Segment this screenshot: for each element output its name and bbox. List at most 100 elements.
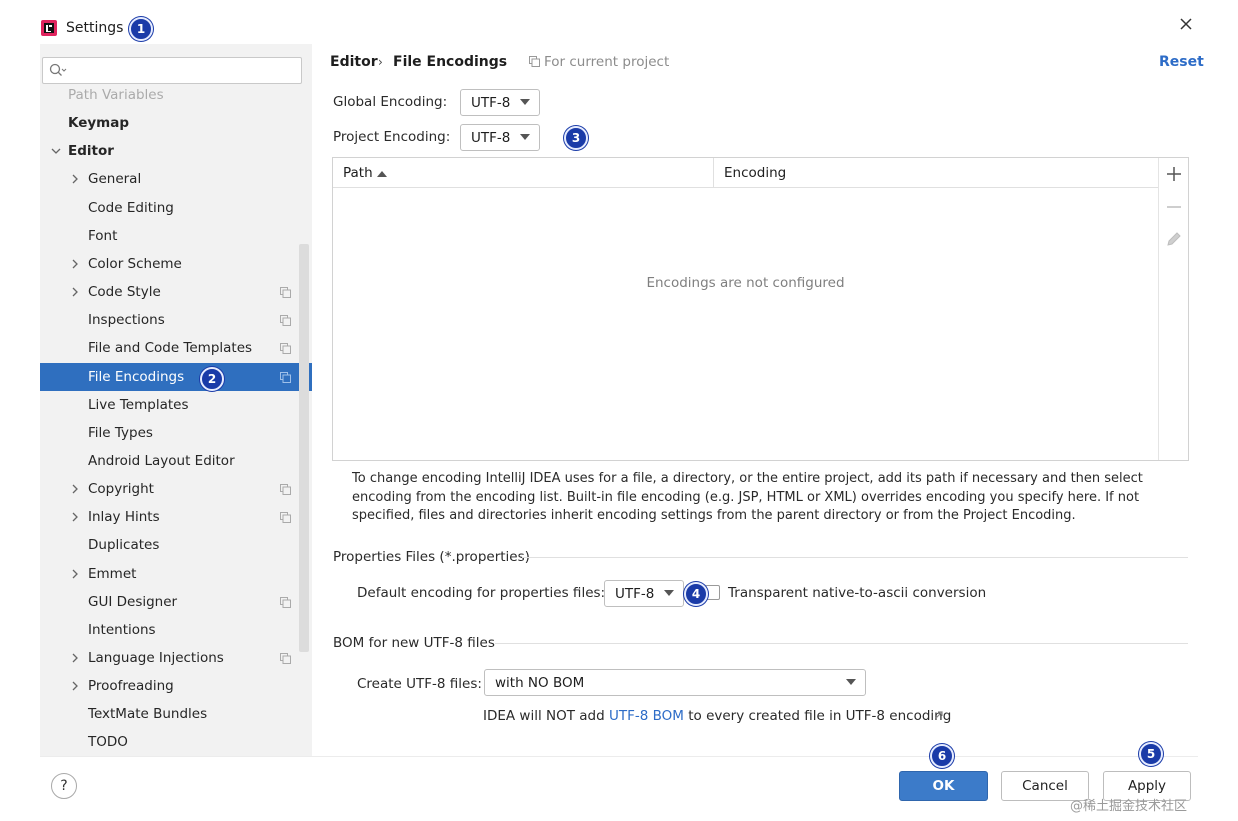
- sidebar-item-font[interactable]: Font: [40, 222, 312, 250]
- global-encoding-dropdown[interactable]: UTF-8: [460, 89, 540, 116]
- project-scope-icon: [280, 512, 291, 524]
- project-encoding-dropdown[interactable]: UTF-8: [460, 124, 540, 151]
- ok-button[interactable]: OK: [899, 771, 988, 801]
- reset-link[interactable]: Reset: [1159, 54, 1204, 70]
- global-encoding-value: UTF-8: [471, 94, 511, 111]
- chevron-right-icon[interactable]: [70, 484, 80, 494]
- settings-search-input[interactable]: [70, 58, 298, 82]
- table-header-divider: [333, 187, 1158, 188]
- sidebar-item-file-and-code-templates[interactable]: File and Code Templates: [40, 334, 312, 362]
- sidebar-item-label: Code Editing: [88, 199, 174, 216]
- sidebar-item-live-templates[interactable]: Live Templates: [40, 391, 312, 419]
- breadcrumb-parent[interactable]: Editor: [330, 54, 378, 70]
- sidebar-item-emmet[interactable]: Emmet: [40, 560, 312, 588]
- sidebar-item-label: Color Scheme: [88, 255, 182, 272]
- chevron-right-icon[interactable]: [70, 174, 80, 184]
- chevron-right-icon[interactable]: [70, 259, 80, 269]
- bom-note: IDEA will NOT add UTF-8 BOM to every cre…: [483, 708, 951, 724]
- sidebar-item-textmate-bundles[interactable]: TextMate Bundles: [40, 700, 312, 728]
- page-title: File Encodings: [393, 54, 508, 70]
- sidebar-item-proofreading[interactable]: Proofreading: [40, 672, 312, 700]
- sidebar-item-language-injections[interactable]: Language Injections: [40, 644, 312, 672]
- utf8-bom-link[interactable]: UTF-8 BOM: [609, 708, 684, 724]
- global-encoding-label: Global Encoding:: [333, 94, 448, 110]
- create-utf8-bom-dropdown[interactable]: with NO BOM: [484, 669, 866, 696]
- encodings-help-text: To change encoding IntelliJ IDEA uses fo…: [352, 471, 1143, 523]
- sidebar-item-inlay-hints[interactable]: Inlay Hints: [40, 503, 312, 531]
- sidebar-item-label: Intentions: [88, 621, 156, 638]
- sidebar-item-intentions[interactable]: Intentions: [40, 616, 312, 644]
- marker-3: 3: [564, 126, 588, 150]
- native-to-ascii-label[interactable]: Transparent native-to-ascii conversion: [728, 585, 986, 601]
- sidebar-item-label: TextMate Bundles: [88, 706, 208, 723]
- sidebar-item-label: Code Style: [88, 284, 161, 301]
- sidebar-item-label: Editor: [68, 143, 114, 160]
- encodings-table: [332, 157, 1189, 461]
- edit-pencil-icon[interactable]: [1165, 230, 1183, 248]
- chevron-right-icon[interactable]: [70, 653, 80, 663]
- sidebar-item-path-variables[interactable]: Path Variables: [40, 88, 312, 109]
- external-link-icon[interactable]: [934, 710, 944, 720]
- chevron-right-icon[interactable]: [70, 681, 80, 691]
- section-divider: [495, 643, 1188, 644]
- chevron-down-icon[interactable]: [51, 146, 61, 156]
- sidebar-item-inspections[interactable]: Inspections: [40, 306, 312, 334]
- sidebar-item-code-style[interactable]: Code Style: [40, 278, 312, 306]
- sidebar-item-copyright[interactable]: Copyright: [40, 475, 312, 503]
- sidebar-item-gui-designer[interactable]: GUI Designer: [40, 588, 312, 616]
- project-scope-icon: [280, 287, 291, 299]
- chevron-right-icon[interactable]: [70, 512, 80, 522]
- project-scope-icon: [280, 484, 291, 496]
- sidebar-item-label: Inlay Hints: [88, 509, 160, 526]
- sidebar-item-color-scheme[interactable]: Color Scheme: [40, 250, 312, 278]
- marker-2: 2: [200, 367, 224, 391]
- column-header-path[interactable]: Path: [343, 165, 373, 181]
- sidebar-item-editor[interactable]: Editor: [40, 137, 312, 165]
- sidebar-item-label: File Encodings: [88, 368, 185, 385]
- dropdown-arrow-icon: [664, 590, 674, 596]
- chevron-right-icon[interactable]: [70, 287, 80, 297]
- project-scope-icon: [280, 653, 291, 664]
- bom-section-title: BOM for new UTF-8 files: [333, 635, 495, 651]
- sidebar-item-label: Duplicates: [88, 537, 160, 554]
- add-icon[interactable]: [1165, 165, 1183, 183]
- properties-encoding-dropdown[interactable]: UTF-8: [604, 580, 684, 607]
- project-scope-icon: [280, 343, 291, 355]
- sidebar-item-label: Inspections: [88, 312, 165, 329]
- sidebar-item-label: General: [88, 171, 142, 188]
- sidebar-item-general[interactable]: General: [40, 165, 312, 193]
- sidebar-scrollbar[interactable]: [299, 244, 309, 652]
- settings-tree: Path Variables Keymap Editor General Code Ed…: [40, 88, 312, 756]
- table-empty-message: Encodings are not configured: [646, 275, 845, 291]
- sidebar-item-code-editing[interactable]: Code Editing: [40, 194, 312, 222]
- section-divider: [522, 557, 1188, 558]
- sidebar-item-file-types[interactable]: File Types: [40, 419, 312, 447]
- properties-encoding-value: UTF-8: [615, 585, 655, 602]
- close-icon[interactable]: [1176, 14, 1196, 34]
- dropdown-arrow-icon: [846, 679, 856, 685]
- breadcrumb-separator: ›: [378, 55, 383, 69]
- sidebar-item-android-layout-editor[interactable]: Android Layout Editor: [40, 447, 312, 475]
- help-button[interactable]: ?: [51, 773, 77, 799]
- table-column-divider[interactable]: [713, 158, 714, 187]
- sidebar-item-label: Font: [88, 227, 118, 244]
- chevron-right-icon[interactable]: [70, 569, 80, 579]
- sidebar-item-file-encodings[interactable]: File Encodings: [40, 362, 312, 391]
- project-scope-icon: [280, 315, 291, 327]
- search-icon: [49, 63, 67, 76]
- column-header-encoding[interactable]: Encoding: [724, 165, 786, 181]
- sidebar-item-label: Path Variables: [68, 88, 164, 103]
- sidebar-item-duplicates[interactable]: Duplicates: [40, 531, 312, 559]
- remove-icon[interactable]: [1165, 198, 1183, 216]
- create-utf8-label: Create UTF-8 files:: [357, 676, 482, 692]
- sidebar-item-label: Live Templates: [88, 396, 189, 413]
- sidebar-item-label: Copyright: [88, 481, 154, 498]
- sidebar-item-label: Android Layout Editor: [88, 452, 235, 469]
- window-title: Settings: [66, 20, 124, 36]
- intellij-idea-logo-icon: [41, 20, 57, 36]
- project-scope-icon: [529, 56, 540, 67]
- sidebar-item-keymap[interactable]: Keymap: [40, 109, 312, 137]
- properties-default-encoding-label: Default encoding for properties files:: [357, 585, 606, 601]
- scope-label: For current project: [544, 54, 670, 70]
- sidebar-item-todo[interactable]: TODO: [40, 728, 312, 756]
